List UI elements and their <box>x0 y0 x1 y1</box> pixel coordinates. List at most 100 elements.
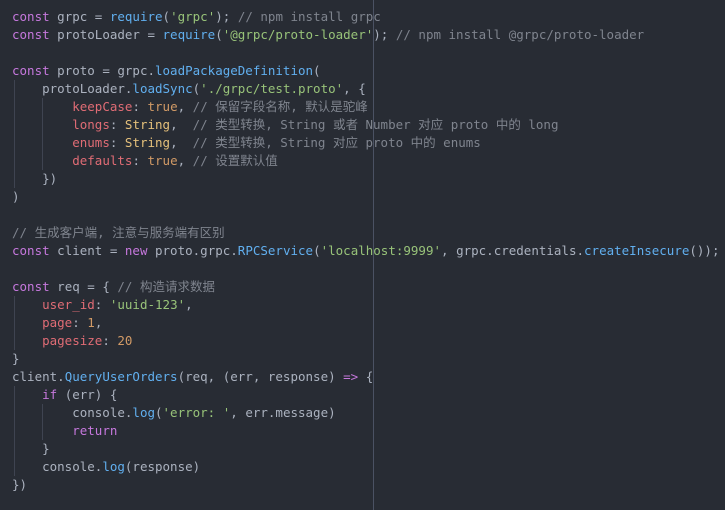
code-token: protoLoader. <box>12 81 133 96</box>
code-token: ()); <box>689 243 720 258</box>
code-token: 'uuid-123' <box>109 297 186 312</box>
code-token: 'localhost:9999' <box>320 243 442 258</box>
indent-guide <box>42 422 43 440</box>
code-token: 'grpc' <box>170 9 216 24</box>
indent-guide <box>42 404 43 422</box>
code-token: , <box>170 117 193 132</box>
code-token: // 类型转换, String 对应 proto 中的 enums <box>192 135 481 150</box>
indent-guide <box>14 458 15 476</box>
indent-guide <box>14 314 15 332</box>
code-token: log <box>102 459 125 474</box>
code-line: protoLoader.loadSync('./grpc/test.proto'… <box>12 80 719 98</box>
code-token: ( <box>313 63 321 78</box>
code-token: pagesize <box>42 333 103 348</box>
indent-guide <box>14 422 15 440</box>
code-token: longs <box>72 117 110 132</box>
code-token: const <box>12 27 50 42</box>
code-line: console.log(response) <box>12 458 719 476</box>
code-line: return <box>12 422 719 440</box>
code-line: console.log('error: ', err.message) <box>12 404 719 422</box>
code-token: : <box>109 135 125 150</box>
code-line: const protoLoader = require('@grpc/proto… <box>12 26 719 44</box>
code-token: proto.grpc. <box>147 243 238 258</box>
code-line: longs: String, // 类型转换, String 或者 Number… <box>12 116 719 134</box>
code-token: : <box>94 297 110 312</box>
code-token: : <box>132 153 148 168</box>
indent-guide <box>14 116 15 134</box>
code-token: // 类型转换, String 或者 Number 对应 proto 中的 lo… <box>192 117 559 132</box>
code-token: new <box>124 243 148 258</box>
code-token: , grpc.credentials. <box>441 243 585 258</box>
code-token: './grpc/test.proto' <box>200 81 344 96</box>
code-line: } <box>12 440 719 458</box>
indent-guide <box>14 98 15 116</box>
code-token: : <box>109 117 125 132</box>
code-token: ( <box>155 405 163 420</box>
code-token: (err) { <box>57 387 118 402</box>
code-token: 20 <box>117 333 133 348</box>
code-token: enums <box>72 135 110 150</box>
code-token: ( <box>215 27 223 42</box>
code-token: req = { <box>49 279 118 294</box>
indent-guide <box>14 170 15 188</box>
code-token: loadSync <box>132 81 193 96</box>
code-token: // 保留字段名称, 默认是驼峰 <box>192 99 368 114</box>
code-line: }) <box>12 170 719 188</box>
code-line: ) <box>12 188 719 206</box>
code-token: loadPackageDefinition <box>155 63 314 78</box>
code-token: page <box>42 315 73 330</box>
code-token: require <box>162 27 216 42</box>
code-token: , <box>185 297 193 312</box>
code-line: const grpc = require('grpc'); // npm ins… <box>12 8 719 26</box>
code-token: // npm install grpc <box>237 9 381 24</box>
code-token: } <box>12 351 20 366</box>
code-line: const proto = grpc.loadPackageDefinition… <box>12 62 719 80</box>
code-editor[interactable]: const grpc = require('grpc'); // npm ins… <box>0 0 725 510</box>
code-token: ); <box>215 9 238 24</box>
code-token: keepCase <box>72 99 133 114</box>
code-token: QueryUserOrders <box>64 369 178 384</box>
indent-guide <box>42 152 43 170</box>
code-lines: const grpc = require('grpc'); // npm ins… <box>12 8 719 494</box>
code-token: if <box>42 387 58 402</box>
indent-guide <box>42 134 43 152</box>
code-token: console. <box>12 405 133 420</box>
indent-guide <box>14 440 15 458</box>
code-line: enums: String, // 类型转换, String 对应 proto … <box>12 134 719 152</box>
code-line: const client = new proto.grpc.RPCService… <box>12 242 719 260</box>
code-token: 'error: ' <box>162 405 231 420</box>
code-token: ( <box>313 243 321 258</box>
indent-guide <box>14 332 15 350</box>
code-token: client = <box>49 243 125 258</box>
code-token: return <box>72 423 118 438</box>
code-token: const <box>12 63 50 78</box>
code-token: const <box>12 243 50 258</box>
code-line: user_id: 'uuid-123', <box>12 296 719 314</box>
code-token: // 构造请求数据 <box>117 279 215 294</box>
indent-guide <box>14 296 15 314</box>
code-line: const req = { // 构造请求数据 <box>12 278 719 296</box>
code-token: '@grpc/proto-loader' <box>222 27 374 42</box>
code-token: const <box>12 279 50 294</box>
code-token: true <box>147 99 178 114</box>
code-token: , <box>94 315 103 330</box>
indent-guide <box>14 386 15 404</box>
code-token: RPCService <box>237 243 314 258</box>
code-token: require <box>109 9 163 24</box>
code-token: , <box>177 99 193 114</box>
code-line: if (err) { <box>12 386 719 404</box>
code-line: keepCase: true, // 保留字段名称, 默认是驼峰 <box>12 98 719 116</box>
code-token: createInsecure <box>584 243 690 258</box>
code-token: ) <box>12 189 20 204</box>
code-token: (response) <box>124 459 201 474</box>
code-token: proto = grpc. <box>49 63 155 78</box>
code-token: , err.message) <box>230 405 336 420</box>
code-token: // 生成客户端, 注意与服务端有区别 <box>12 225 225 240</box>
code-line: // 生成客户端, 注意与服务端有区别 <box>12 224 719 242</box>
code-token: } <box>12 441 50 456</box>
